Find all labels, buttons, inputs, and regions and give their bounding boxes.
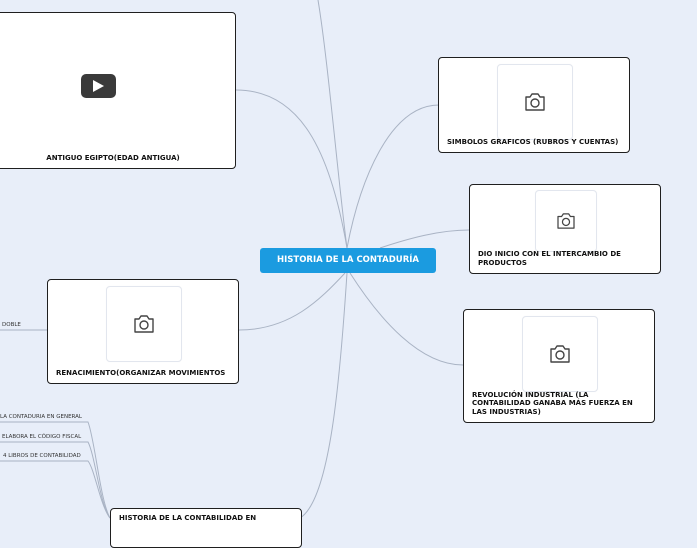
connector-leaf-3 [0, 460, 111, 519]
video-play-button[interactable] [81, 74, 116, 98]
connector-renacimiento [238, 272, 346, 331]
node-label: ANTIGUO EGIPTO(EDAD ANTIGUA) [46, 153, 180, 162]
image-placeholder [497, 64, 573, 140]
node-label: DIO INICIO CON EL INTERCAMBIO DE PRODUCT… [478, 250, 621, 267]
play-icon [93, 80, 104, 92]
connector-egipto [235, 89, 348, 249]
central-topic[interactable]: HISTORIA DE LA CONTADURÍA [260, 248, 436, 273]
node-label: SIMBOLOS GRAFICOS (RUBROS Y CUENTAS) [447, 137, 619, 146]
connector-historia-en [299, 272, 348, 519]
node-historia-contabilidad-en[interactable]: HISTORIA DE LA CONTABILIDAD EN [110, 508, 302, 548]
camera-icon [550, 345, 570, 363]
node-label: REVOLUCIÓN INDUSTRIAL (LA CONTABILIDAD G… [472, 390, 633, 416]
image-placeholder [522, 316, 598, 392]
node-label: RENACIMIENTO(ORGANIZAR MOVIMIENTOS [56, 368, 226, 377]
leaf-codigo-fiscal[interactable]: ELABORA EL CÓDIGO FISCAL [2, 434, 81, 440]
node-revolucion-industrial[interactable]: REVOLUCIÓN INDUSTRIAL (LA CONTABILIDAD G… [463, 309, 655, 423]
leaf-libros-contabilidad[interactable]: 4 LIBROS DE CONTABILIDAD [3, 453, 81, 459]
node-simbolos-graficos[interactable]: SIMBOLOS GRAFICOS (RUBROS Y CUENTAS) [438, 57, 630, 153]
mind-map-canvas: ANTIGUO EGIPTO(EDAD ANTIGUA) SIMBOLOS GR… [0, 0, 697, 548]
camera-icon [557, 213, 575, 229]
image-placeholder [535, 190, 597, 252]
leaf-doble[interactable]: DOBLE [2, 322, 21, 328]
connector-top [317, 0, 348, 249]
node-label: HISTORIA DE LA CONTABILIDAD EN [119, 514, 257, 522]
connector-revolucion [349, 272, 464, 366]
connector-simbolos [346, 104, 440, 249]
leaf-contaduria-general[interactable]: LA CONTADURIA EN GENERAL [0, 414, 82, 420]
image-placeholder [106, 286, 182, 362]
camera-icon [525, 93, 545, 111]
node-intercambio[interactable]: DIO INICIO CON EL INTERCAMBIO DE PRODUCT… [469, 184, 661, 274]
node-antiguo-egipto[interactable]: ANTIGUO EGIPTO(EDAD ANTIGUA) [0, 12, 236, 169]
camera-icon [134, 315, 154, 333]
connector-intercambio [379, 229, 470, 249]
node-renacimiento[interactable]: RENACIMIENTO(ORGANIZAR MOVIMIENTOS [47, 279, 239, 384]
